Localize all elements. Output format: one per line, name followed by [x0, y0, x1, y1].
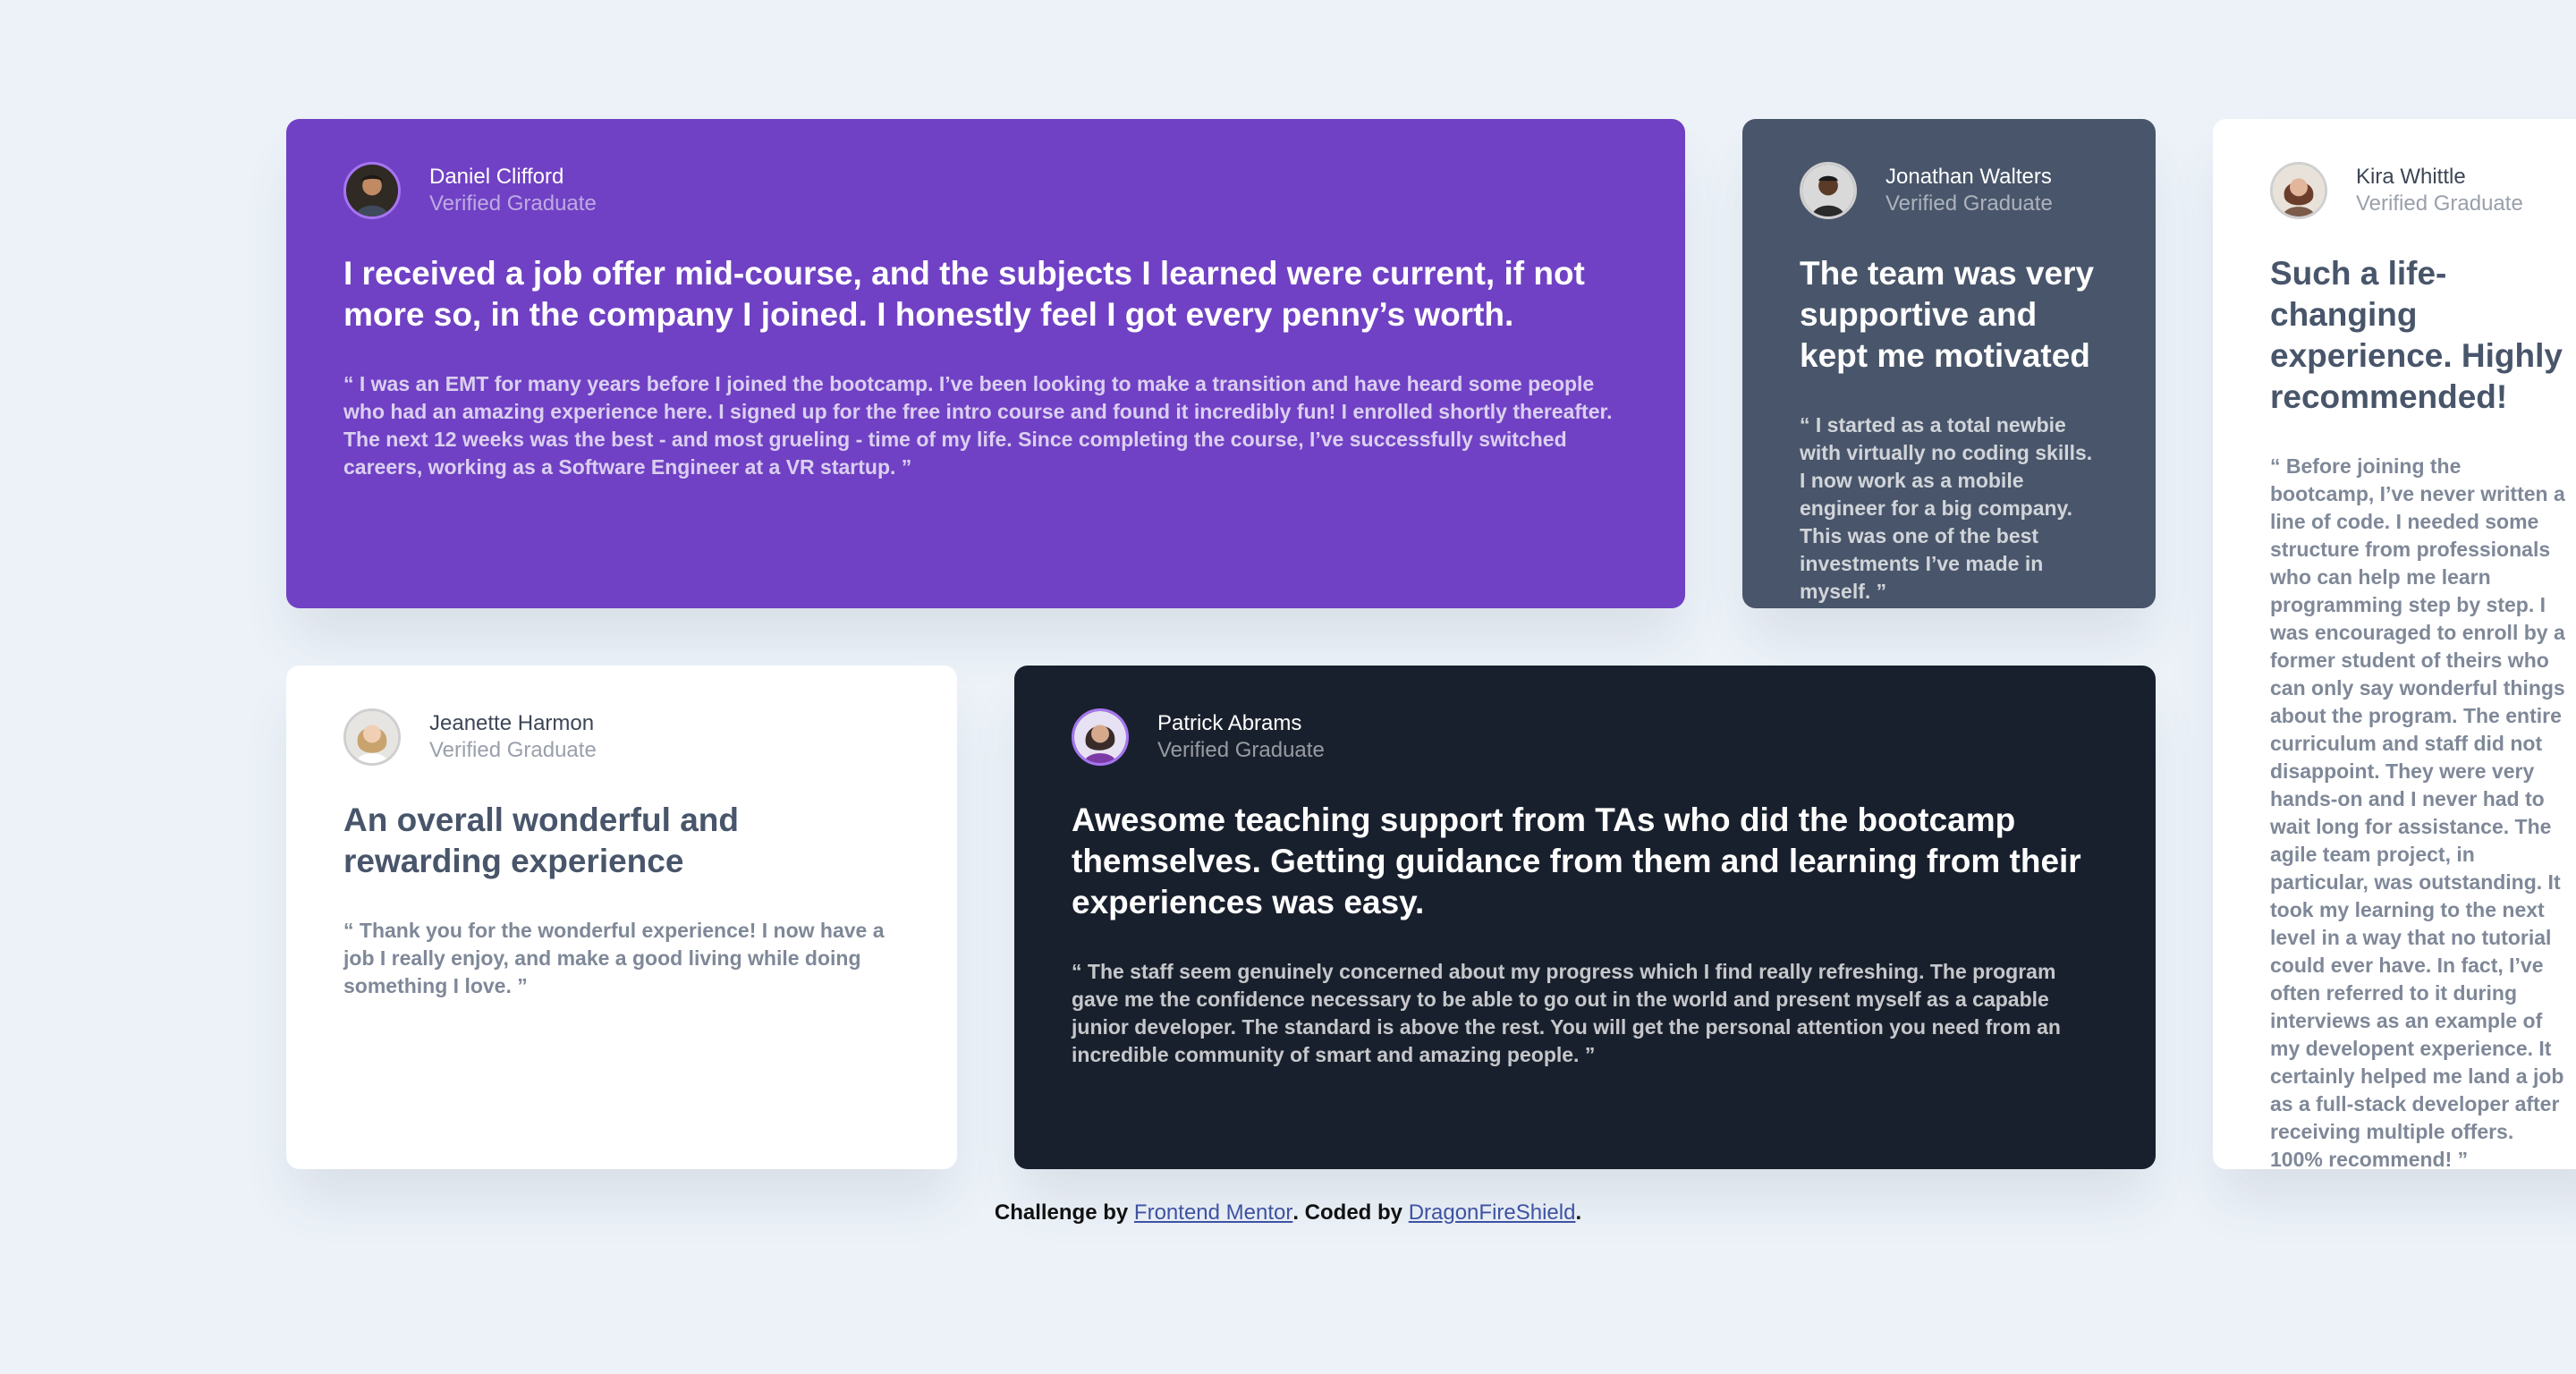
- attribution-footer: Challenge by Frontend Mentor. Coded by D…: [0, 1199, 2576, 1227]
- person-info: Daniel Clifford Verified Graduate: [429, 164, 597, 217]
- person-role: Verified Graduate: [429, 738, 597, 762]
- avatar-kira: [2270, 162, 2327, 219]
- person-role: Verified Graduate: [1157, 738, 1325, 762]
- testimonial-card-jeanette: Jeanette Harmon Verified Graduate An ove…: [286, 666, 957, 1169]
- testimonial-quote: “ Thank you for the wonderful experience…: [343, 919, 885, 997]
- testimonial-card-kira: Kira Whittle Verified Graduate Such a li…: [2213, 119, 2576, 1169]
- person-header: Kira Whittle Verified Graduate: [2270, 162, 2569, 219]
- person-header: Jonathan Walters Verified Graduate: [1800, 162, 2098, 219]
- avatar-jonathan: [1800, 162, 1857, 219]
- testimonial-quote: “ I started as a total newbie with virtu…: [1800, 413, 2093, 603]
- testimonial-title: The team was very supportive and kept me…: [1800, 255, 2095, 374]
- testimonial-title: I received a job offer mid-course, and t…: [343, 255, 1585, 333]
- testimonial-quote: “ I was an EMT for many years before I j…: [343, 372, 1613, 479]
- person-info: Jeanette Harmon Verified Graduate: [429, 710, 597, 764]
- testimonial-title: Such a life-changing experience. Highly …: [2270, 255, 2563, 415]
- person-header: Patrick Abrams Verified Graduate: [1072, 708, 2098, 766]
- person-name: Daniel Clifford: [429, 165, 564, 189]
- avatar-jeanette: [343, 708, 401, 766]
- testimonial-quote: “ The staff seem genuinely concerned abo…: [1072, 960, 2061, 1066]
- person-name: Jonathan Walters: [1885, 165, 2052, 189]
- person-name: Kira Whittle: [2356, 165, 2466, 189]
- author-link[interactable]: DragonFireShield: [1409, 1200, 1576, 1225]
- avatar-daniel: [343, 162, 401, 219]
- person-info: Jonathan Walters Verified Graduate: [1885, 164, 2053, 217]
- person-name: Patrick Abrams: [1157, 711, 1302, 735]
- footer-prefix: Challenge by: [994, 1200, 1134, 1225]
- testimonials-grid: Daniel Clifford Verified Graduate I rece…: [286, 119, 2576, 1169]
- person-info: Kira Whittle Verified Graduate: [2356, 164, 2523, 217]
- person-role: Verified Graduate: [429, 191, 597, 216]
- avatar-patrick: [1072, 708, 1129, 766]
- person-info: Patrick Abrams Verified Graduate: [1157, 710, 1325, 764]
- frontend-mentor-link[interactable]: Frontend Mentor: [1134, 1200, 1292, 1225]
- person-role: Verified Graduate: [2356, 191, 2523, 216]
- person-role: Verified Graduate: [1885, 191, 2053, 216]
- person-header: Jeanette Harmon Verified Graduate: [343, 708, 900, 766]
- testimonial-title: An overall wonderful and rewarding exper…: [343, 802, 739, 879]
- footer-suffix: .: [1575, 1200, 1582, 1225]
- footer-middle: . Coded by: [1292, 1200, 1409, 1225]
- testimonial-title: Awesome teaching support from TAs who di…: [1072, 802, 2081, 920]
- person-name: Jeanette Harmon: [429, 711, 595, 735]
- testimonial-card-daniel: Daniel Clifford Verified Graduate I rece…: [286, 119, 1685, 608]
- testimonial-card-jonathan: Jonathan Walters Verified Graduate The t…: [1742, 119, 2156, 608]
- person-header: Daniel Clifford Verified Graduate: [343, 162, 1628, 219]
- testimonial-card-patrick: Patrick Abrams Verified Graduate Awesome…: [1014, 666, 2156, 1169]
- testimonial-quote: “ Before joining the bootcamp, I’ve neve…: [2270, 454, 2565, 1169]
